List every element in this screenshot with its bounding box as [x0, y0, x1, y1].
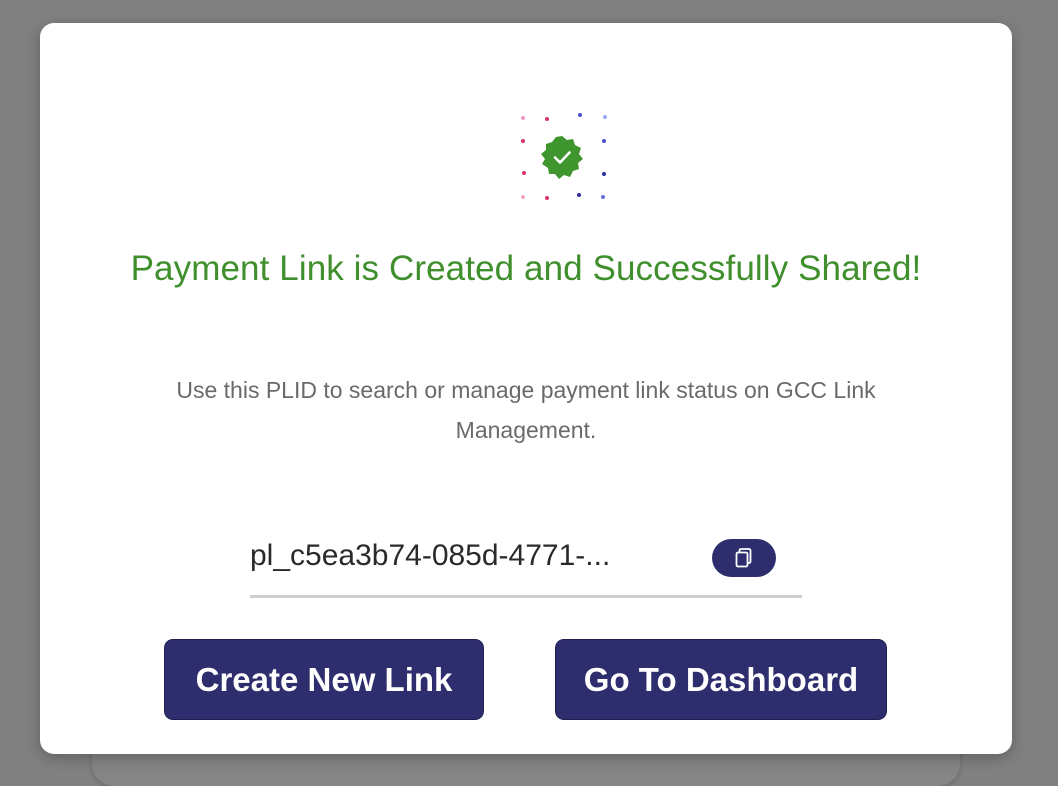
check-badge-icon	[541, 136, 583, 179]
success-title: Payment Link is Created and Successfully…	[130, 249, 922, 288]
success-modal: Payment Link is Created and Successfully…	[40, 23, 1012, 754]
create-new-link-button[interactable]: Create New Link	[165, 640, 483, 719]
plid-instructions: Use this PLID to search or manage paymen…	[176, 377, 876, 443]
copy-icon	[735, 548, 752, 568]
copy-plid-button[interactable]	[712, 539, 776, 577]
plid-field: pl_c5ea3b74-085d-4771-...	[250, 525, 802, 598]
go-to-dashboard-button[interactable]: Go To Dashboard	[556, 640, 886, 719]
success-graphic	[510, 105, 618, 213]
plid-value: pl_c5ea3b74-085d-4771-...	[250, 539, 611, 572]
